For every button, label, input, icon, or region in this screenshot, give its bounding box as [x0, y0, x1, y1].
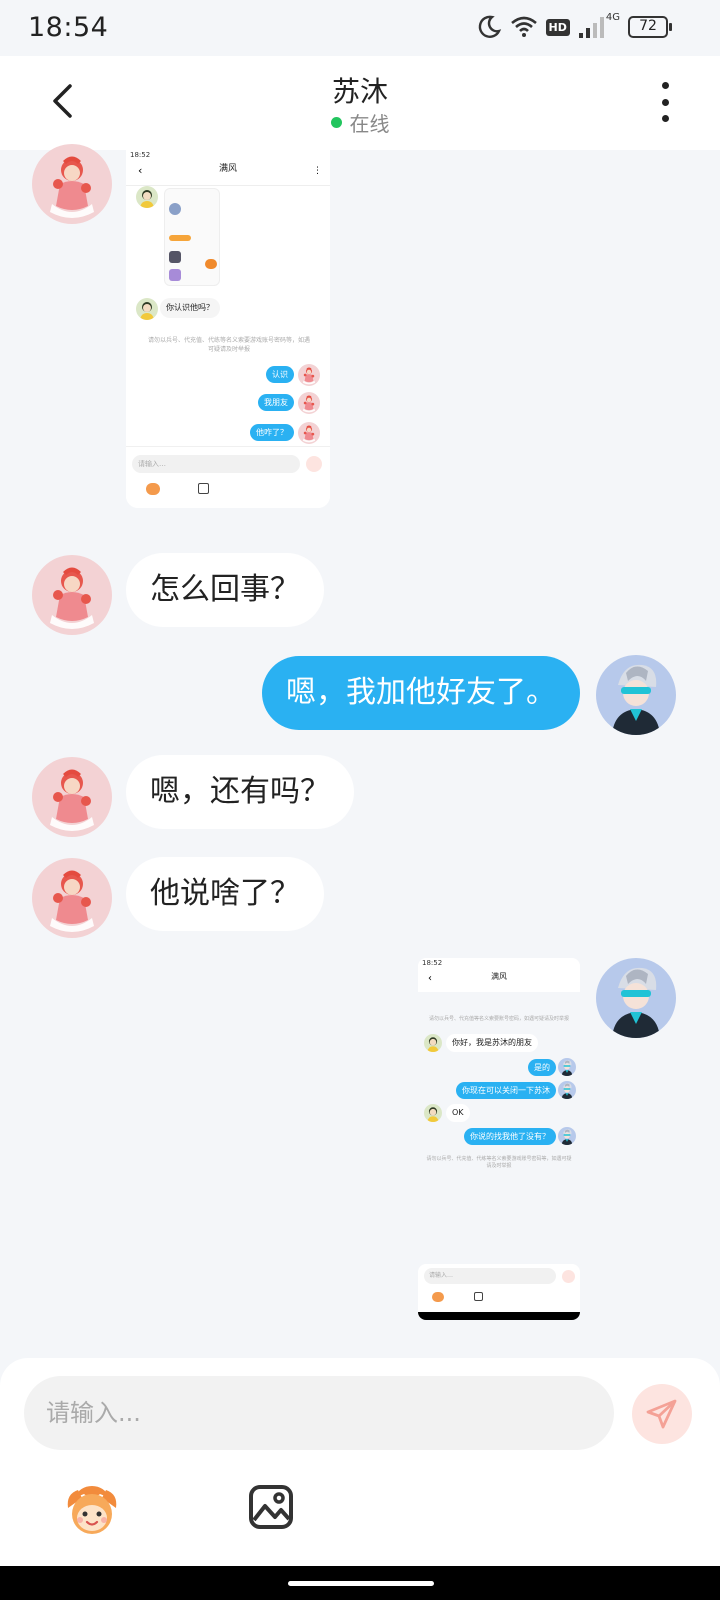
- shot1-more-icon: ⋮: [313, 166, 322, 176]
- shot1-time: 18:52: [130, 151, 151, 159]
- shot2-msg-5: 你说的找我他了没有？: [464, 1128, 556, 1145]
- screenshot-image-sent[interactable]: 18:52 ‹ 满风 请勿以兵号、代充值等名义索要账号密码，如遇可疑请及时举报 …: [418, 958, 580, 1320]
- shot1-input: 请输入…: [132, 455, 300, 473]
- shot2-my-avatar: [558, 1058, 576, 1076]
- shot2-emoji-icon: [432, 1292, 444, 1302]
- message-bubble-in[interactable]: 怎么回事？: [126, 553, 324, 627]
- chat-header: 苏沐 在线: [0, 56, 720, 150]
- shot1-reply-3: 他咋了？: [250, 424, 294, 441]
- shot2-image-icon: [474, 1292, 483, 1301]
- composer: [0, 1358, 720, 1566]
- emoji-monkey-icon: [67, 1486, 117, 1534]
- shot2-msg-2: 是的: [528, 1059, 556, 1076]
- shot2-msg-1: 你好，我是苏沐的朋友: [446, 1034, 538, 1052]
- shot1-my-avatar: [298, 392, 320, 414]
- shot1-my-avatar: [298, 422, 320, 444]
- shot2-avatar: [424, 1104, 442, 1122]
- battery-level: 72: [639, 18, 657, 34]
- my-avatar[interactable]: [596, 958, 676, 1038]
- status-time: 18:54: [28, 12, 109, 43]
- shot2-input-area: 请输入…: [418, 1264, 580, 1320]
- emoji-button[interactable]: [60, 1482, 124, 1538]
- shot2-notice-2: 请勿以兵号、代充值、代练等名义索要游戏账号密码等，如遇可疑请及时举报: [426, 1156, 572, 1169]
- shot1-avatar: [136, 298, 158, 320]
- status-bar: 18:54 HD 4G 72: [0, 0, 720, 56]
- shot2-notice: 请勿以兵号、代充值等名义索要账号密码，如遇可疑请及时举报: [428, 1016, 569, 1022]
- shot2-msg-4: OK: [446, 1104, 470, 1122]
- more-vertical-icon: [661, 82, 669, 89]
- shot2-send-icon: [562, 1270, 575, 1283]
- shot1-profile-card: [164, 188, 220, 286]
- online-dot: [330, 117, 342, 128]
- shot2-input: 请输入…: [424, 1268, 556, 1284]
- shot1-reply-1: 认识: [266, 366, 294, 383]
- shot2-time: 18:52: [422, 959, 443, 967]
- contact-avatar[interactable]: [32, 144, 112, 224]
- shot1-header: ‹ 满风 ⋮: [126, 160, 330, 186]
- contact-avatar[interactable]: [32, 757, 112, 837]
- message-bubble-in[interactable]: 嗯，还有吗？: [126, 755, 354, 829]
- shot2-my-avatar: [558, 1127, 576, 1145]
- shot2-avatar: [424, 1034, 442, 1052]
- shot1-notice: 请勿以兵号、代充值、代练等名义索要游戏账号密码等，如遇可疑请及时举报: [147, 337, 310, 353]
- send-icon: [646, 1399, 677, 1429]
- do-not-disturb-icon: [478, 15, 501, 38]
- shot1-emoji-icon: [146, 483, 160, 495]
- more-options-button[interactable]: [650, 82, 680, 122]
- shot1-reply-2: 我朋友: [258, 394, 294, 411]
- message-input[interactable]: [24, 1376, 614, 1450]
- shot1-question: 你认识他吗？: [160, 298, 220, 318]
- shot1-image-icon: [198, 483, 209, 494]
- image-icon: [249, 1485, 293, 1529]
- wifi-icon: [510, 16, 537, 37]
- shot1-input-area: 请输入…: [126, 446, 330, 508]
- hd-badge: HD: [545, 18, 570, 36]
- home-indicator[interactable]: [288, 1581, 434, 1586]
- contact-avatar[interactable]: [32, 858, 112, 938]
- my-avatar[interactable]: [596, 655, 676, 735]
- shot1-my-avatar: [298, 364, 320, 386]
- online-text: 在线: [349, 112, 390, 136]
- battery-icon: 72: [628, 16, 672, 38]
- screenshot-image-received[interactable]: 18:52 ‹ 满风 ⋮ 你认识他吗？ 请勿以兵号、代充值、代练等名义索要游戏账…: [126, 150, 330, 508]
- message-bubble-out[interactable]: 嗯，我加他好友了。: [262, 656, 580, 730]
- system-nav-bar: [0, 1566, 720, 1600]
- message-bubble-in[interactable]: 他说啥了？: [126, 857, 324, 931]
- chat-title: 苏沐: [331, 75, 388, 108]
- shot2-my-avatar: [558, 1081, 576, 1099]
- shot2-nav-bar: [418, 1312, 580, 1320]
- status-icons: HD 4G 72: [476, 11, 672, 40]
- shot1-title: 满风: [218, 164, 237, 174]
- shot2-title: 满风: [491, 972, 507, 981]
- shot2-msg-3: 你现在可以关闭一下苏沐: [456, 1082, 556, 1099]
- contact-avatar[interactable]: [32, 555, 112, 635]
- signal-icon: [578, 17, 604, 38]
- shot1-avatar: [136, 186, 158, 208]
- image-button[interactable]: [248, 1484, 294, 1530]
- network-type: 4G: [605, 11, 620, 23]
- shot1-send-icon: [306, 456, 322, 472]
- online-status: 在线: [0, 108, 720, 137]
- send-button[interactable]: [632, 1384, 692, 1444]
- shot2-header: 18:52 ‹ 满风: [418, 958, 580, 992]
